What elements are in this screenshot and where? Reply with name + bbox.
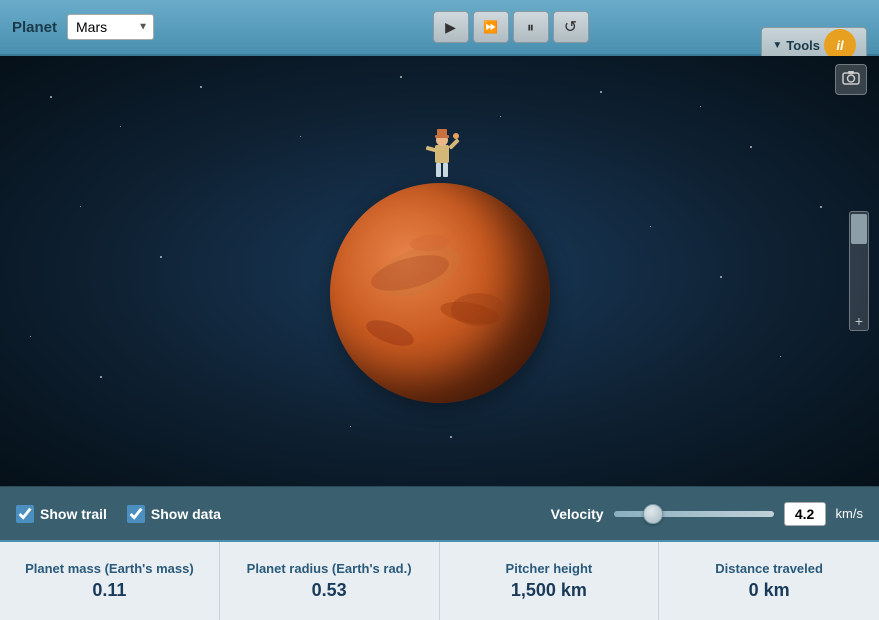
header: Planet MercuryVenusEarthMarsJupiterSatur… — [0, 0, 879, 56]
stat-value: 1,500 km — [511, 580, 587, 601]
star — [160, 256, 162, 258]
stat-name: Planet radius (Earth's rad.) — [247, 561, 412, 576]
show-data-checkbox[interactable] — [127, 505, 145, 523]
stat-value: 0.53 — [312, 580, 347, 601]
star — [300, 136, 301, 137]
pitcher-figure — [422, 127, 462, 192]
show-data-group: Show data — [127, 505, 221, 523]
star — [720, 276, 722, 278]
play-button[interactable]: ▶ — [433, 11, 469, 43]
star — [30, 336, 31, 337]
star — [750, 146, 752, 148]
camera-icon — [842, 69, 860, 85]
show-trail-group: Show trail — [16, 505, 107, 523]
star — [780, 356, 781, 357]
planet-select-wrapper[interactable]: MercuryVenusEarthMarsJupiterSaturnUranus… — [67, 14, 154, 40]
reset-button[interactable]: ↺ — [553, 11, 589, 43]
chevron-down-icon: ▼ — [772, 40, 782, 51]
star — [450, 436, 452, 438]
planet-label: Planet — [12, 19, 57, 36]
velocity-slider[interactable] — [614, 511, 774, 517]
stat-value: 0 km — [749, 580, 790, 601]
screenshot-button[interactable] — [835, 64, 867, 95]
fast-forward-button[interactable]: ⏩ — [473, 11, 509, 43]
star — [80, 206, 81, 207]
show-trail-checkbox[interactable] — [16, 505, 34, 523]
stat-cell: Distance traveled 0 km — [659, 542, 879, 620]
star — [200, 86, 202, 88]
stats-bar: Planet mass (Earth's mass) 0.11 Planet r… — [0, 540, 879, 620]
planet-select[interactable]: MercuryVenusEarthMarsJupiterSaturnUranus… — [67, 14, 154, 40]
star — [100, 376, 102, 378]
velocity-group: Velocity 4.2 km/s — [551, 502, 863, 526]
figure-svg — [422, 127, 462, 187]
stat-name: Planet mass (Earth's mass) — [25, 561, 194, 576]
star — [600, 91, 602, 93]
stat-name: Pitcher height — [506, 561, 593, 576]
star — [120, 126, 121, 127]
stat-cell: Planet mass (Earth's mass) 0.11 — [0, 542, 220, 620]
planet-surface-details — [330, 183, 550, 403]
stat-cell: Planet radius (Earth's rad.) 0.53 — [220, 542, 440, 620]
mars-planet — [330, 183, 550, 403]
zoom-scrollbar[interactable]: + — [849, 211, 869, 331]
zoom-plus-button[interactable]: + — [855, 314, 863, 328]
show-data-label[interactable]: Show data — [151, 506, 221, 522]
stat-cell: Pitcher height 1,500 km — [440, 542, 660, 620]
zoom-thumb[interactable] — [851, 214, 867, 244]
star — [50, 96, 52, 98]
velocity-value[interactable]: 4.2 — [784, 502, 826, 526]
tools-label: Tools — [786, 38, 820, 53]
header-left: Planet MercuryVenusEarthMarsJupiterSatur… — [12, 14, 154, 40]
pause-button[interactable]: ⏸ — [513, 11, 549, 43]
star — [700, 106, 701, 107]
show-trail-label[interactable]: Show trail — [40, 506, 107, 522]
controls-bar: Show trail Show data Velocity 4.2 km/s — [0, 486, 879, 540]
toolbar-buttons: ▶ ⏩ ⏸ ↺ — [433, 11, 589, 43]
star — [650, 226, 651, 227]
velocity-label: Velocity — [551, 506, 604, 522]
stat-name: Distance traveled — [715, 561, 823, 576]
velocity-unit: km/s — [836, 506, 863, 521]
simulation-area: + — [0, 56, 879, 486]
star — [400, 76, 402, 78]
star — [350, 426, 351, 427]
stat-value: 0.11 — [92, 580, 126, 601]
star — [500, 116, 501, 117]
star — [820, 206, 822, 208]
